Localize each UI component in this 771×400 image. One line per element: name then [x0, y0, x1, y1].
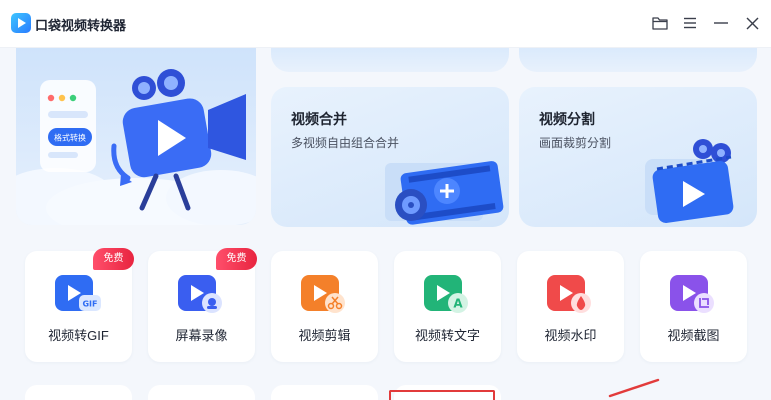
- app-title: 口袋视频转换器: [35, 18, 127, 33]
- title-bar: 口袋视频转换器: [0, 0, 771, 48]
- video-merge-subtitle: 多视频自由组合合并: [291, 136, 400, 150]
- tool-label: 视频转GIF: [48, 328, 109, 343]
- free-badge: 免费: [93, 248, 134, 270]
- feature-card-top-partial[interactable]: [519, 48, 757, 72]
- tool-label: 视频剪辑: [298, 328, 351, 343]
- tool-video-screenshot[interactable]: 视频截图: [640, 251, 747, 362]
- app-logo-icon: [11, 13, 31, 33]
- video-text-icon: A: [424, 275, 468, 313]
- banner-pill-text: 格式转换: [54, 133, 86, 143]
- video-merge-card[interactable]: 视频合并 多视频自由组合合并: [271, 87, 509, 227]
- folder-icon: [652, 17, 668, 30]
- tool-video-to-gif[interactable]: 免费 GIF 视频转GIF: [25, 248, 134, 362]
- tool-label: 视频截图: [667, 328, 720, 343]
- tool-label: 视频转文字: [414, 328, 480, 343]
- screen-record-icon: [178, 275, 222, 313]
- tool-screen-record[interactable]: 免费 屏幕录像: [148, 248, 257, 362]
- video-split-title: 视频分割: [539, 111, 595, 127]
- folder-button[interactable]: [649, 12, 671, 34]
- close-icon: [746, 17, 758, 29]
- feature-card-top-partial[interactable]: [271, 48, 509, 72]
- video-cut-icon: [301, 275, 345, 313]
- tool-video-to-text[interactable]: A 视频转文字: [394, 251, 501, 362]
- video-merge-title: 视频合并: [291, 111, 347, 127]
- tool-video-edit[interactable]: 视频剪辑: [271, 251, 378, 362]
- format-convert-illustration: 格式转换: [16, 69, 256, 225]
- minimize-icon: [714, 22, 728, 24]
- format-convert-banner[interactable]: 格式转换: [16, 48, 256, 225]
- menu-button[interactable]: [679, 12, 701, 34]
- tool-label: 屏幕录像: [175, 328, 228, 343]
- svg-text:GIF: GIF: [82, 300, 97, 309]
- video-gif-icon: GIF: [55, 275, 101, 311]
- video-split-card[interactable]: 视频分割 画面裁剪分割: [519, 87, 757, 227]
- video-split-subtitle: 画面裁剪分割: [539, 136, 612, 150]
- minimize-button[interactable]: [710, 12, 732, 34]
- highlight-box: [389, 390, 495, 400]
- svg-text:A: A: [453, 297, 463, 311]
- film-merge-icon: [385, 161, 504, 225]
- annotation-arrow: [608, 378, 660, 398]
- close-button[interactable]: [741, 12, 763, 34]
- tool-video-watermark[interactable]: 视频水印: [517, 251, 624, 362]
- menu-icon: [684, 17, 696, 29]
- tool-card-partial[interactable]: [148, 385, 255, 400]
- main-content: 格式转换 视频合并 多视频自由组合合并 视频分割 画面裁剪分割 免费 GIF 视…: [0, 48, 771, 400]
- video-watermark-icon: [547, 275, 591, 313]
- tool-card-partial[interactable]: [25, 385, 132, 400]
- tool-card-partial[interactable]: [271, 385, 378, 400]
- free-badge: 免费: [216, 248, 257, 270]
- tool-label: 视频水印: [544, 328, 597, 343]
- video-screenshot-icon: [670, 275, 714, 313]
- film-split-icon: [645, 139, 734, 223]
